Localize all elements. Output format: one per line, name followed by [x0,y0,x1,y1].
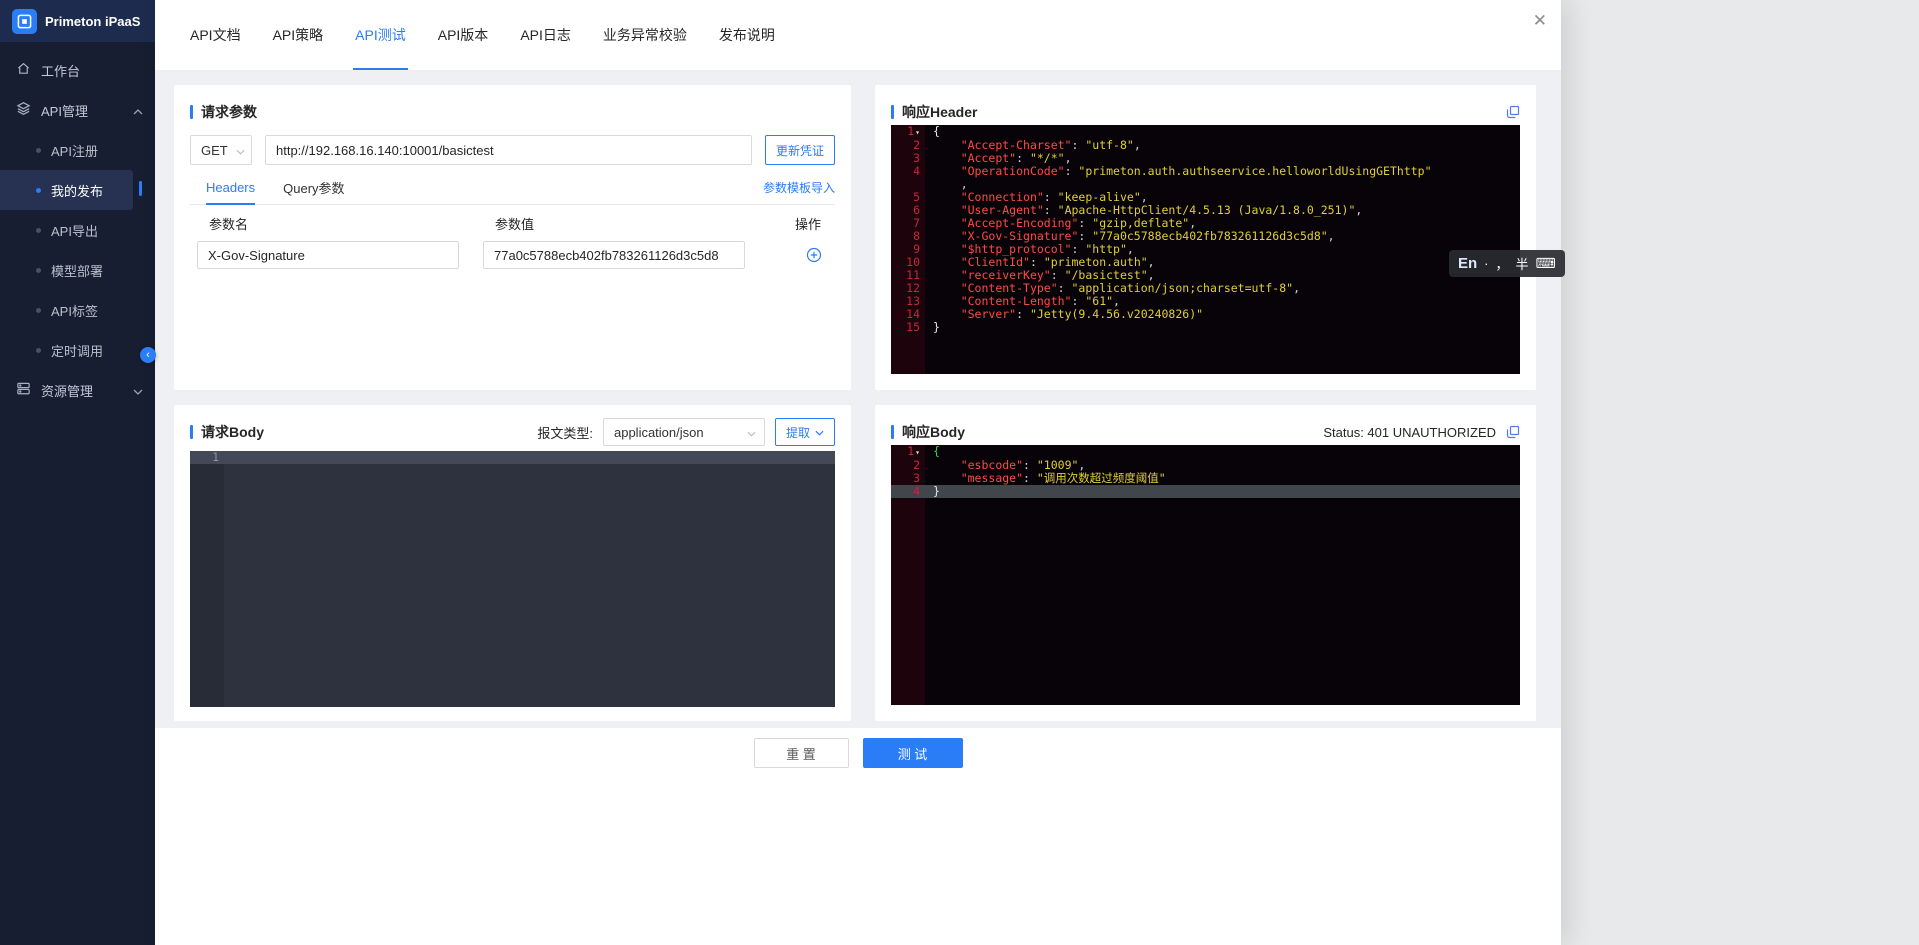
panel-title: 请求参数 [201,104,257,120]
extract-label: 提取 [785,425,810,440]
tab-api-version[interactable]: API版本 [438,0,489,70]
subtab-query-params[interactable]: Query参数 [283,171,344,205]
add-param-icon[interactable] [806,247,822,263]
tab-api-test[interactable]: API测试 [353,0,408,70]
request-body-editor[interactable]: 1 [190,451,835,707]
bullet-icon [36,227,41,233]
content-type-select[interactable]: application/json [602,418,765,446]
method-select[interactable]: GET [190,135,252,165]
panel-title: 请求Body [201,424,264,440]
sidebar-item-label: 我的发布 [51,183,104,199]
ime-punctuation-mode: ， [1495,257,1509,272]
sidebar-item-workbench[interactable]: 工作台 [0,50,155,90]
sidebar: Primeton iPaaS 工作台 API管理 API注册 我的发布 API导… [0,0,155,945]
tab-bar: API文档 API策略 API测试 API版本 API日志 业务异常校验 发布说… [190,0,775,70]
col-param-name: 参数名 [209,216,249,232]
chevron-up-icon [133,103,143,118]
chevron-down-icon [815,425,824,439]
panel-title: 响应Body [902,424,965,440]
layers-icon [16,101,31,119]
sidebar-item-scheduled-call[interactable]: 定时调用 [0,330,155,370]
reset-button[interactable]: 重 置 [753,738,849,768]
sidebar-item-label: 定时调用 [51,343,104,359]
copy-icon[interactable] [1506,105,1520,119]
panel-title-bar [190,105,193,119]
response-header-panel: 响应Header 1▾{2 "Accept-Charset": "utf-8",… [875,85,1536,390]
col-action: 操作 [794,216,821,232]
brand-title: Primeton iPaaS [45,13,141,29]
method-value: GET [201,142,228,158]
ime-status-bar[interactable]: En · ， 半 ⌨ [1449,250,1565,277]
sidebar-item-label: API导出 [51,223,98,239]
sidebar-item-api-management[interactable]: API管理 [0,90,155,130]
status-badge: Status: 401 UNAUTHORIZED [1323,424,1496,440]
tab-release-notes[interactable]: 发布说明 [719,0,775,70]
param-table-row [190,239,835,271]
template-import-link[interactable]: 参数模板导入 [763,179,835,196]
close-icon[interactable]: ✕ [1533,12,1547,29]
sidebar-item-label: 工作台 [41,63,81,79]
param-subtabs: Headers Query参数 参数模板导入 [190,171,835,205]
bullet-icon [36,147,41,153]
response-header-editor[interactable]: 1▾{2 "Accept-Charset": "utf-8", 3 "Accept… [891,125,1520,374]
sidebar-collapse-button[interactable]: ‹ [140,347,156,363]
sidebar-item-my-publish[interactable]: 我的发布 [0,170,133,210]
bullet-icon [36,267,41,273]
ime-halfwidth-mode: 半 [1515,257,1529,272]
request-params-panel: 请求参数 GET 更新凭证 Headers Query参数 参数模板导入 [174,85,851,390]
response-body-editor[interactable]: 1▾{2 "esbcode": "1009", 3 "message": "调用次… [891,445,1520,705]
param-table-header: 参数名 参数值 操作 [190,207,835,239]
keyboard-icon: ⌨ [1535,255,1556,271]
content-type-value: application/json [613,424,704,440]
ime-language-indicator: En [1458,255,1478,272]
bullet-icon [36,347,41,353]
panel-title-bar [190,425,193,439]
brand-header: Primeton iPaaS [0,0,155,42]
content-type-label: 报文类型: [537,425,593,441]
sidebar-item-resource-management[interactable]: 资源管理 [0,370,155,410]
sidebar-item-model-deploy[interactable]: 模型部署 [0,250,155,290]
drawer-content: 请求参数 GET 更新凭证 Headers Query参数 参数模板导入 [155,71,1561,728]
active-menu-indicator [139,181,142,196]
response-body-panel: 响应Body Status: 401 UNAUTHORIZED 1▾{2 "es… [875,405,1536,721]
sidebar-item-label: 模型部署 [51,263,104,279]
update-credential-label: 更新凭证 [775,143,824,158]
sidebar-item-api-export[interactable]: API导出 [0,210,155,250]
tab-api-log[interactable]: API日志 [520,0,571,70]
panel-title-bar [891,105,894,119]
subtab-headers[interactable]: Headers [206,171,256,205]
test-button[interactable]: 测 试 [862,738,963,768]
tab-biz-exception-check[interactable]: 业务异常校验 [603,0,687,70]
param-name-input[interactable] [197,241,459,269]
home-icon [16,61,31,79]
api-test-drawer: ✕ API文档 API策略 API测试 API版本 API日志 业务异常校验 发… [155,0,1561,945]
bullet-icon [36,187,41,193]
sidebar-item-label: 资源管理 [41,383,94,399]
param-value-input[interactable] [483,241,745,269]
tab-api-doc[interactable]: API文档 [190,0,241,70]
tab-api-policy[interactable]: API策略 [273,0,324,70]
url-input[interactable] [265,135,752,165]
sidebar-item-label: API管理 [41,103,88,119]
sidebar-item-api-register[interactable]: API注册 [0,130,155,170]
panel-title: 响应Header [902,104,978,120]
sidebar-item-label: API注册 [51,143,98,159]
primeton-logo-icon [12,8,37,34]
col-param-value: 参数值 [495,216,535,232]
sidebar-item-label: API标签 [51,303,98,319]
chevron-down-icon [133,383,143,398]
panel-title-bar [891,425,894,439]
copy-icon[interactable] [1506,425,1520,439]
server-icon [16,381,31,399]
bullet-icon [36,307,41,313]
collapse-arrow-icon: ‹ [146,348,150,361]
update-credential-button[interactable]: 更新凭证 [764,135,835,165]
ime-dot: · [1484,256,1489,271]
extract-button[interactable]: 提取 [774,418,835,446]
request-body-panel: 请求Body 报文类型: application/json 提取 1 [174,405,851,721]
chevron-down-icon [236,143,245,158]
drawer-footer: 重 置 测 试 [155,728,1561,945]
sidebar-item-api-tags[interactable]: API标签 [0,290,155,330]
chevron-down-icon [747,425,756,440]
